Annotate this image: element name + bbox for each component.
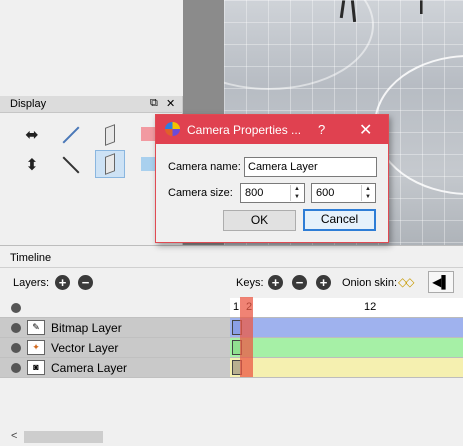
camera-size-label: Camera size: [168,187,233,199]
bitmap-layer-icon: ✎ [27,320,45,335]
frame-row-bitmap[interactable] [230,318,463,338]
remove-layer-button[interactable]: − [78,275,93,290]
scroll-left-icon[interactable]: < [11,430,17,442]
close-icon[interactable]: ✕ [166,97,175,110]
flip-vertical-button[interactable]: ⬍ [17,151,47,179]
visibility-all-icon[interactable] [11,303,21,313]
onion-previous-button[interactable]: ◀▌ [428,271,454,293]
add-key-button[interactable]: + [268,275,283,290]
color-chip-blue [141,157,155,171]
layer-row-camera[interactable]: ◙ Camera Layer [0,358,230,378]
pane-icon [105,153,115,175]
timeline-panel: Timeline Layers: + − Keys: + − + Onion s… [0,245,463,443]
frame-ruler[interactable]: 1 2 12 [230,298,463,318]
layer-horizontal-scrollbar[interactable]: < [0,428,230,446]
dialog-close-icon[interactable]: ✕ [359,120,372,140]
layer-header-row [0,298,230,318]
slope-up-button[interactable] [55,121,85,149]
layer-name: Bitmap Layer [51,321,122,335]
visibility-icon[interactable] [11,363,21,373]
slope-down-button[interactable] [55,151,85,179]
camera-width-spinbox[interactable]: 800 ▲ ▼ [240,183,305,203]
pane-icon [105,124,115,146]
flip-horizontal-button[interactable]: ⬌ [17,121,47,149]
help-icon[interactable]: ? [318,122,325,137]
ruler-tick-label: 12 [364,301,377,313]
display-panel-title: Display [10,98,47,110]
app-logo-icon [165,122,180,136]
onion-skin-label: Onion skin: [342,277,398,289]
horizontal-arrows-icon: ⬌ [25,127,39,144]
visibility-icon[interactable] [11,323,21,333]
timeline-body: ✎ Bitmap Layer ✦ Vector Layer ◙ Camera L… [0,298,463,443]
current-frame-playhead[interactable] [240,297,253,377]
timeline-toolbar: Layers: + − Keys: + − + Onion skin: ◇◇ ◀… [0,268,463,298]
camera-height-value: 600 [316,187,335,199]
remove-key-button[interactable]: − [292,275,307,290]
ok-button[interactable]: OK [223,210,296,231]
camera-properties-dialog: Camera Properties ... ? ✕ Camera name: C… [155,114,389,243]
display-panel-titlebar: Display ⧉ ✕ [0,96,182,113]
ruler-tick-label: 1 [233,301,240,313]
slope-up-icon [62,127,78,143]
layers-label: Layers: [13,277,50,289]
spin-arrows-icon[interactable]: ▲ ▼ [361,185,374,201]
cancel-button[interactable]: Cancel [303,209,376,231]
frame-row-camera[interactable] [230,358,463,378]
layer-row-bitmap[interactable]: ✎ Bitmap Layer [0,318,230,338]
layer-name: Vector Layer [51,341,119,355]
previous-frame-icon: ◀▌ [432,275,450,289]
vertical-arrows-icon: ⬍ [25,157,39,174]
timeline-title: Timeline [0,246,463,268]
layer-name: Camera Layer [51,361,128,375]
camera-layer-icon: ◙ [27,360,45,375]
restore-icon[interactable]: ⧉ [150,97,158,110]
add-layer-button[interactable]: + [55,275,70,290]
color-chip-pink [141,127,155,141]
onion-skin-icon[interactable]: ◇◇ [398,275,415,289]
camera-width-value: 800 [245,187,264,199]
duplicate-key-button[interactable]: + [316,275,331,290]
layer-row-vector[interactable]: ✦ Vector Layer [0,338,230,358]
visibility-icon[interactable] [11,343,21,353]
spin-arrows-icon[interactable]: ▲ ▼ [290,185,303,201]
frame-row-vector[interactable] [230,338,463,358]
outline-pane-button[interactable] [95,121,125,149]
scrollbar-thumb[interactable] [24,431,103,443]
camera-height-spinbox[interactable]: 600 ▲ ▼ [311,183,376,203]
keys-label: Keys: [236,277,264,289]
camera-name-label: Camera name: [168,161,241,173]
slope-down-icon [62,157,78,173]
dialog-titlebar: Camera Properties ... ? ✕ [156,115,388,144]
onion-pane-button[interactable] [95,150,125,178]
dialog-title: Camera Properties ... [187,123,302,137]
vector-layer-icon: ✦ [27,340,45,355]
frame-area[interactable]: 1 2 12 [230,298,463,378]
camera-name-input[interactable]: Camera Layer [244,157,377,177]
left-panel-area [0,0,183,96]
